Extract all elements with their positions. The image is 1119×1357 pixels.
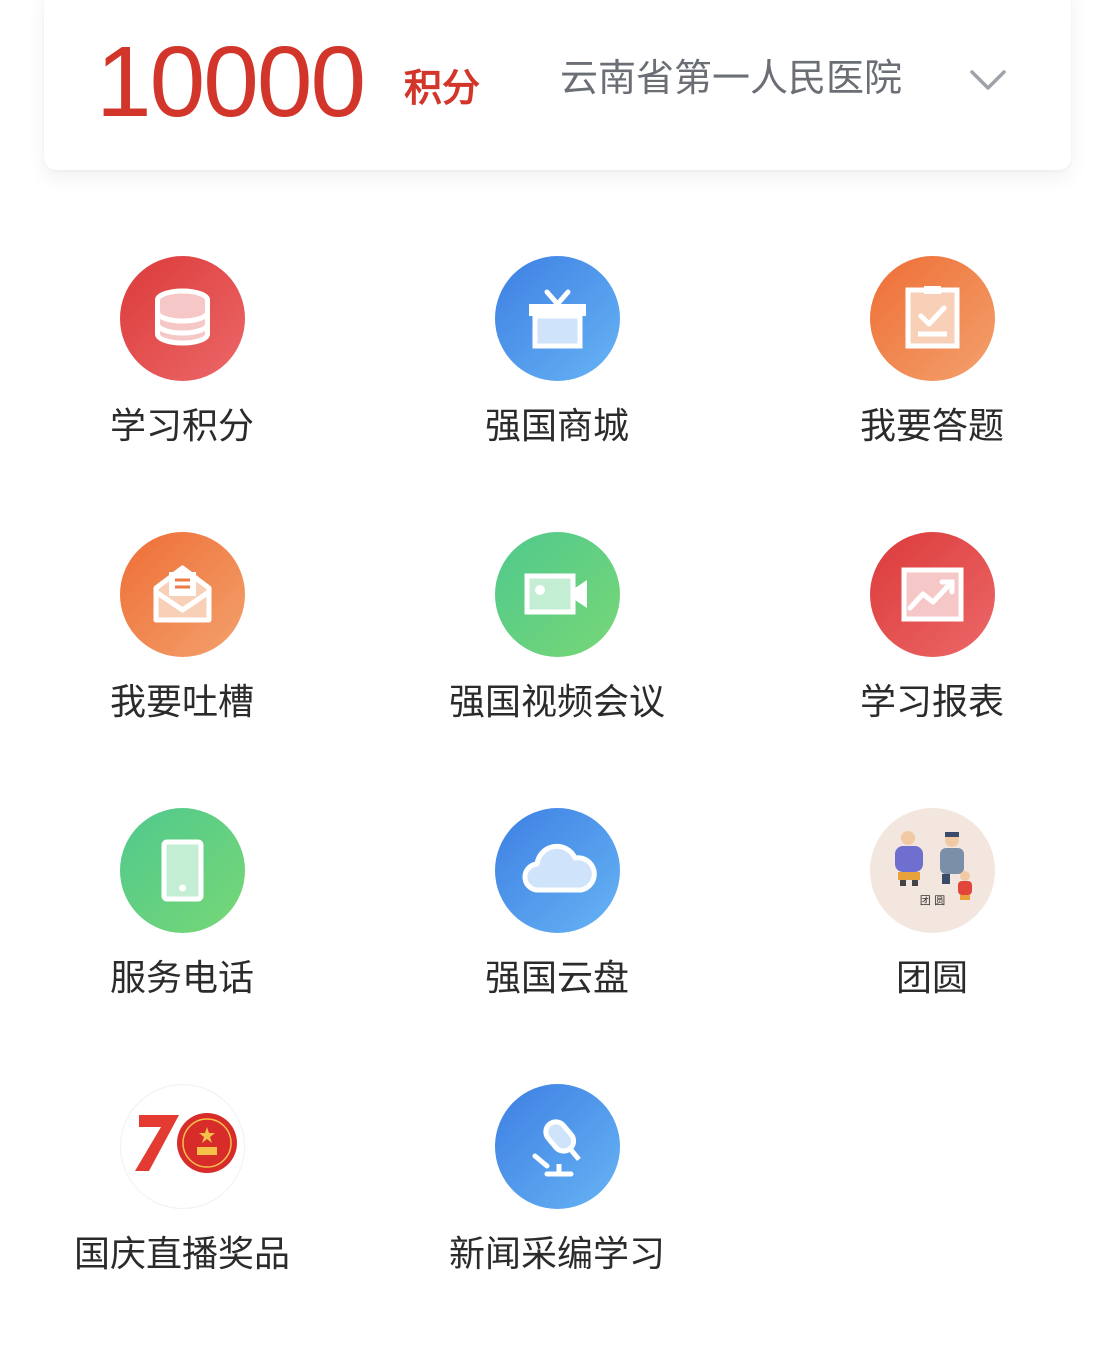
menu-item-label: 学习积分	[109, 406, 254, 447]
menu-item-study-points[interactable]: 学习积分	[32, 256, 332, 476]
menu-item-answer-quiz[interactable]: 我要答题	[782, 256, 1082, 476]
clipboard-check-icon	[870, 256, 995, 381]
menu-item-label: 强国视频会议	[448, 682, 665, 723]
menu-item-label: 团圆	[895, 958, 968, 999]
menu-item-national-day-prizes[interactable]: 70 国庆直播奖品	[32, 1084, 332, 1304]
anniversary-70-logo: 70	[120, 1084, 245, 1209]
reunion-badge: 团 圆	[919, 894, 946, 907]
points-header-card: 10000 积分 云南省第一人民医院	[44, 0, 1071, 170]
database-icon	[120, 256, 245, 381]
chart-trend-icon	[870, 532, 995, 657]
chevron-down-icon	[970, 70, 1006, 90]
learning-services-page: 10000 积分 云南省第一人民医院 学习积分 强国商城 我要答题 我要吐槽 强…	[0, 0, 1119, 1357]
video-camera-icon	[495, 532, 620, 657]
menu-item-label: 国庆直播奖品	[73, 1234, 290, 1275]
menu-item-news-editing[interactable]: 新闻采编学习	[407, 1084, 707, 1304]
menu-item-label: 新闻采编学习	[448, 1234, 665, 1275]
menu-item-study-report[interactable]: 学习报表	[782, 532, 1082, 752]
cloud-icon	[495, 808, 620, 933]
menu-item-cloud-drive[interactable]: 强国云盘	[407, 808, 707, 1028]
gift-icon	[495, 256, 620, 381]
menu-item-label: 学习报表	[859, 682, 1004, 723]
menu-item-label: 我要吐槽	[109, 682, 254, 723]
menu-item-label: 强国商城	[484, 406, 629, 447]
points-value[interactable]: 10000	[96, 32, 366, 132]
microphone-icon	[495, 1084, 620, 1209]
menu-item-label: 我要答题	[859, 406, 1004, 447]
menu-item-service-phone[interactable]: 服务电话	[32, 808, 332, 1028]
phone-icon	[120, 808, 245, 933]
menu-item-feedback[interactable]: 我要吐槽	[32, 532, 332, 752]
points-unit: 积分	[404, 65, 481, 110]
mail-open-icon	[120, 532, 245, 657]
organization-name: 云南省第一人民医院	[560, 56, 903, 100]
organization-select[interactable]: 云南省第一人民医院	[560, 52, 1020, 108]
menu-item-mall[interactable]: 强国商城	[407, 256, 707, 476]
menu-item-reunion[interactable]: 团 圆 团圆	[782, 808, 1082, 1028]
menu-item-label: 服务电话	[109, 958, 254, 999]
menu-item-label: 强国云盘	[484, 958, 629, 999]
menu-item-video-meeting[interactable]: 强国视频会议	[407, 532, 707, 752]
reunion-illustration-icon: 团 圆	[870, 808, 995, 933]
